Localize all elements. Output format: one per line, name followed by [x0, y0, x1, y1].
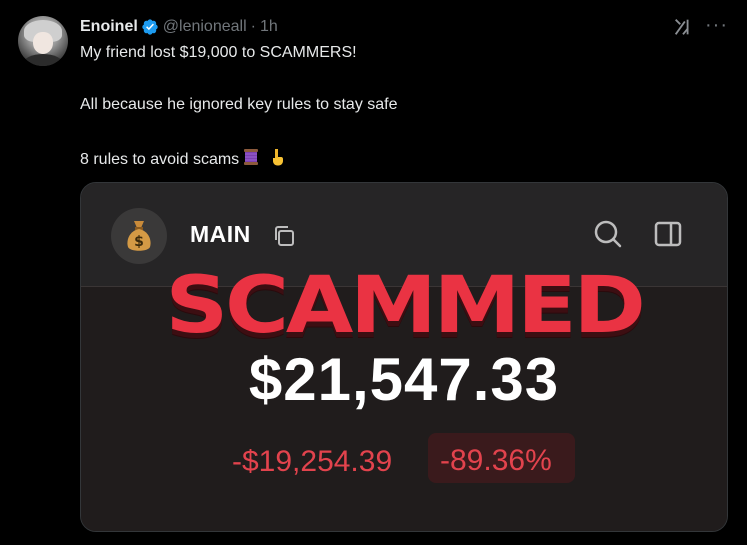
svg-text:$: $: [134, 234, 144, 250]
tweet-text-line-1: My friend lost $19,000 to SCAMMERS!: [80, 44, 357, 61]
tweet-text-line-3-text: 8 rules to avoid scams: [80, 151, 240, 168]
tweet: Enoinel @lenioneall · 1h ··· My friend l…: [0, 0, 747, 545]
money-bag-icon: $: [127, 221, 151, 251]
search-icon[interactable]: [593, 219, 623, 249]
tweet-header: Enoinel @lenioneall · 1h: [80, 16, 278, 38]
thread-icon: [244, 149, 259, 165]
scammed-overlay: SCAMMED: [165, 261, 646, 351]
change-percent: -89.36%: [440, 444, 552, 477]
pointing-down-icon: [273, 149, 284, 166]
verified-badge-icon: [142, 19, 158, 35]
grok-icon[interactable]: [672, 16, 694, 38]
separator-dot: ·: [250, 18, 256, 35]
timestamp[interactable]: 1h: [260, 18, 278, 36]
display-name[interactable]: Enoinel: [80, 18, 138, 36]
copy-icon[interactable]: [271, 223, 297, 249]
avatar-shirt: [23, 54, 63, 66]
avatar[interactable]: [18, 16, 68, 66]
media-card[interactable]: $ MAIN SCAMMED $21,547.33 -$19,254.39 -8…: [80, 182, 728, 532]
side-panel-icon[interactable]: [654, 220, 682, 248]
change-amount: -$19,254.39: [232, 445, 393, 478]
wallet-name: MAIN: [190, 221, 251, 247]
wallet-balance: $21,547.33: [248, 346, 560, 413]
change-percent-badge: -89.36%: [428, 433, 575, 483]
avatar-face: [33, 32, 53, 54]
wallet-avatar: $: [111, 208, 167, 264]
tweet-text-line-3: 8 rules to avoid scams: [80, 147, 287, 169]
handle[interactable]: @lenioneall: [163, 18, 247, 36]
more-icon[interactable]: ···: [705, 15, 727, 36]
tweet-text-line-2: All because he ignored key rules to stay…: [80, 96, 398, 113]
